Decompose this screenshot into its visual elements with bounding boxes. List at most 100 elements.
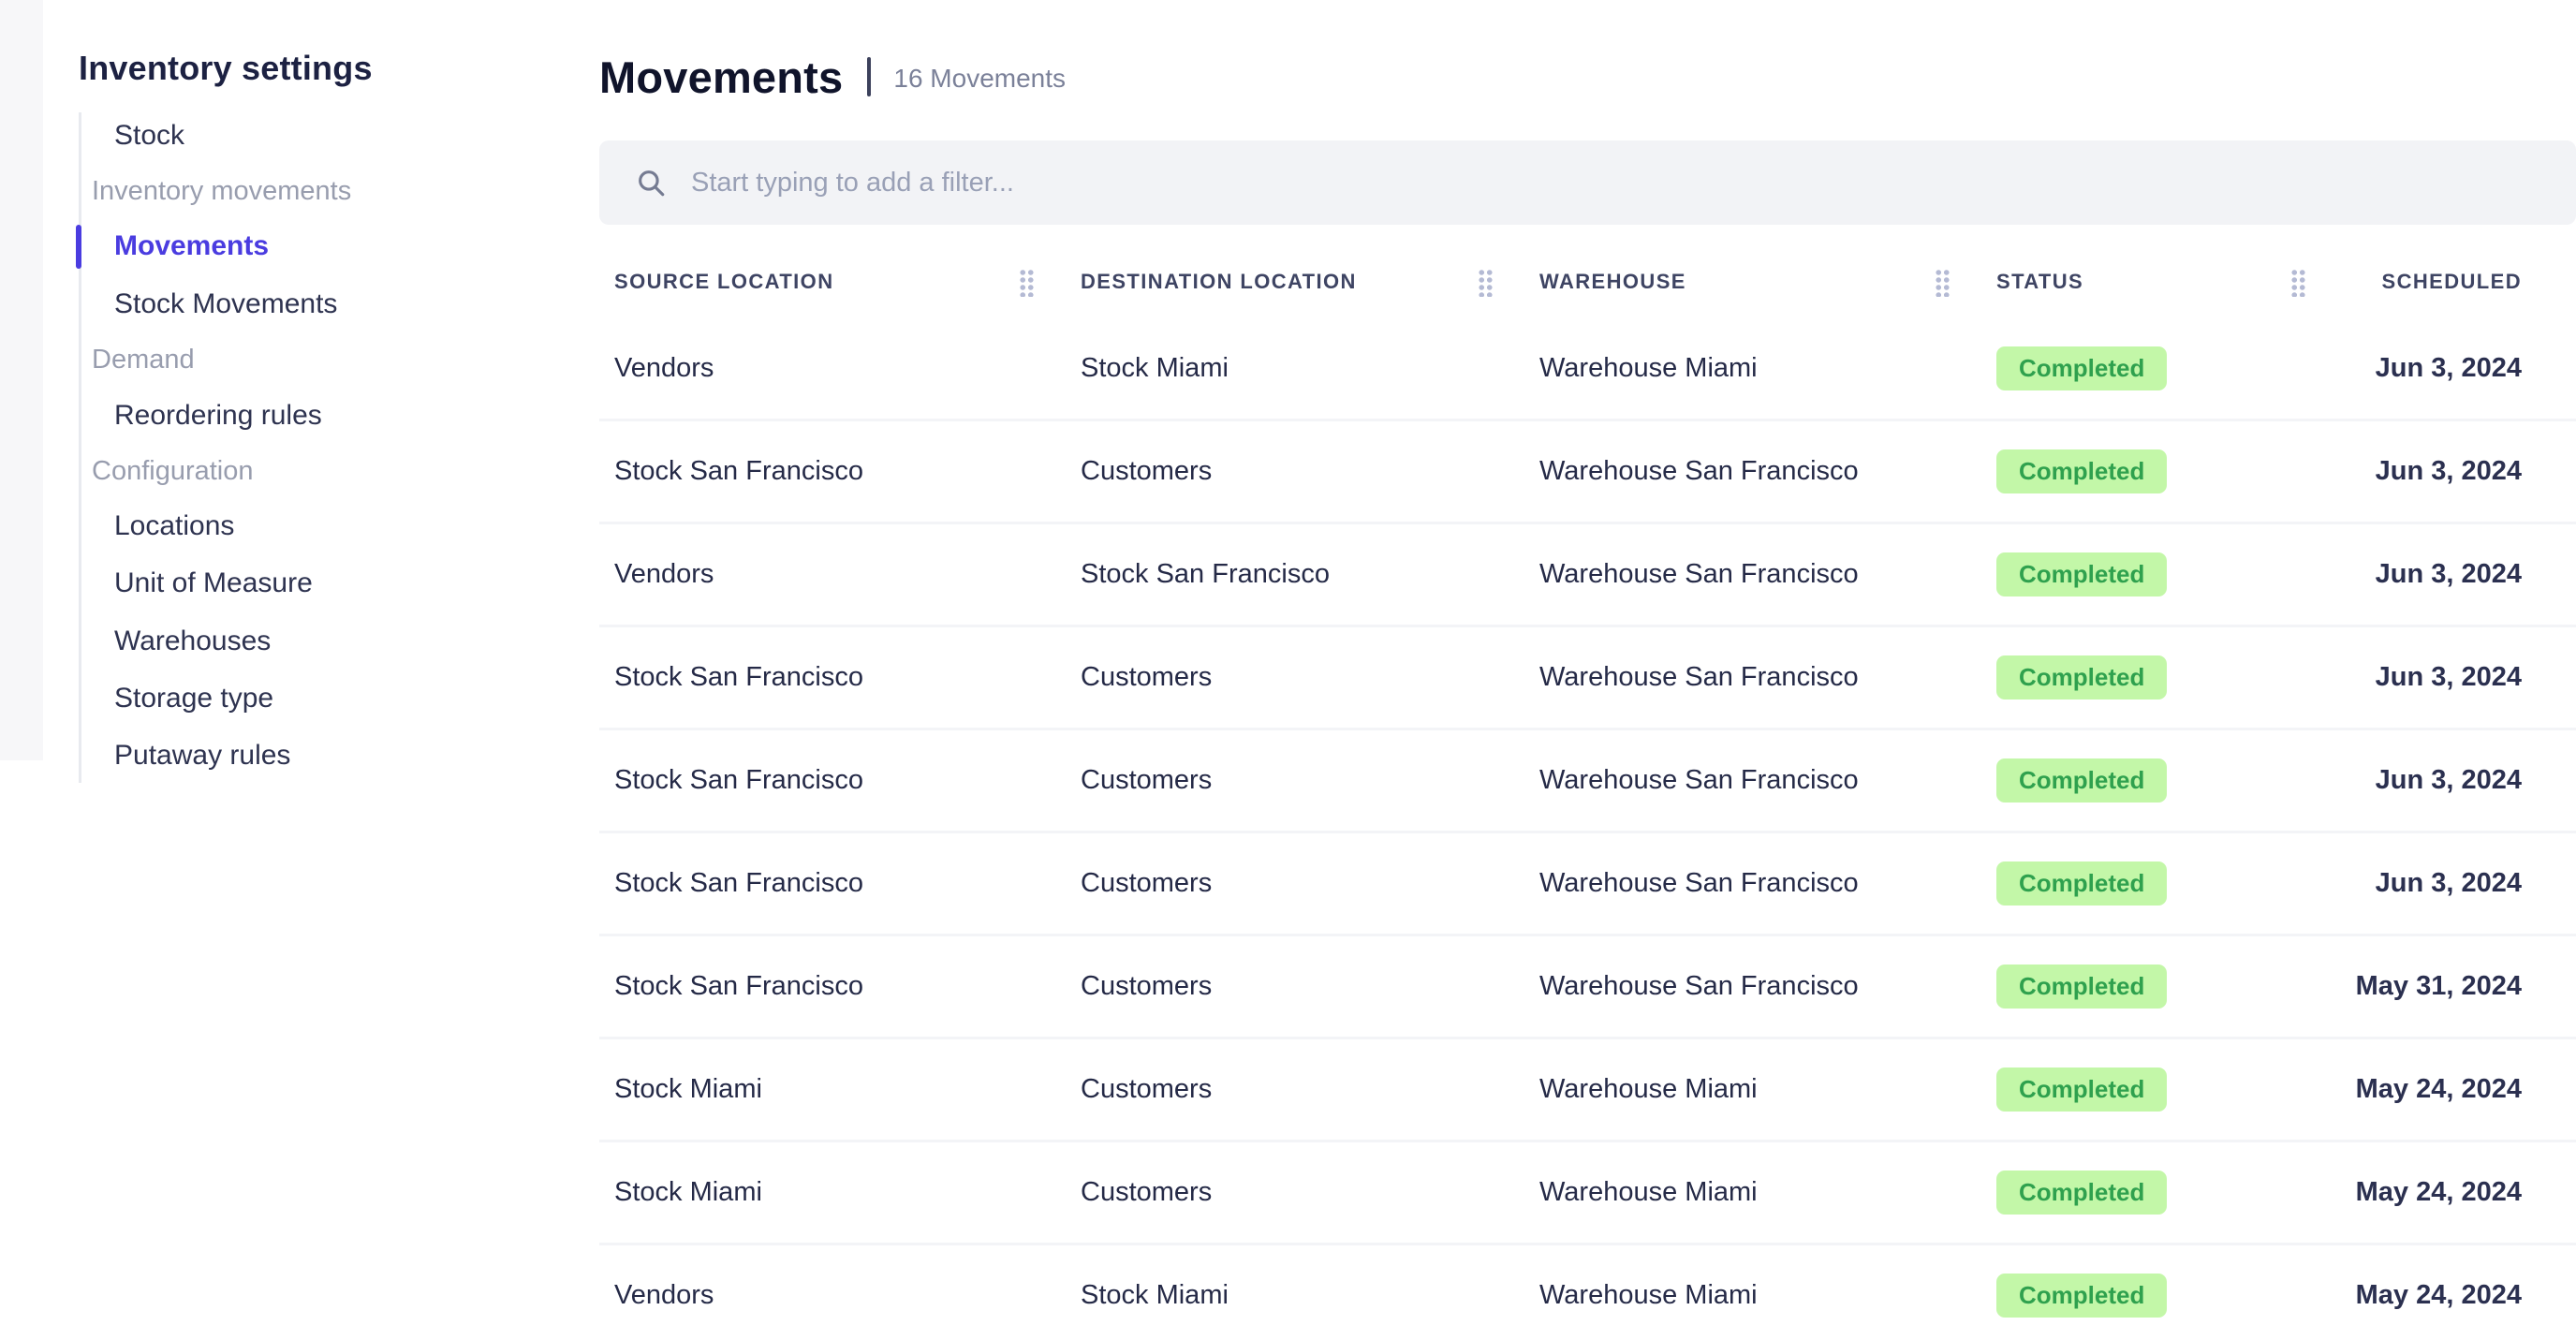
- destination-location-cell: Customers: [1066, 456, 1524, 487]
- status-cell: Completed: [1981, 346, 2337, 390]
- column-header-warehouse[interactable]: WAREHOUSE: [1524, 268, 1981, 297]
- sidebar-indent-line: [79, 112, 81, 783]
- column-resize-handle-icon[interactable]: [1934, 268, 1950, 297]
- destination-location-cell: Customers: [1066, 765, 1524, 796]
- column-resize-handle-icon[interactable]: [1018, 268, 1034, 297]
- sidebar-item-unit-of-measure[interactable]: Unit of Measure: [114, 555, 313, 611]
- status-badge: Completed: [1996, 965, 2167, 1009]
- sidebar-item-locations[interactable]: Locations: [114, 498, 234, 554]
- sidebar-item-warehouses[interactable]: Warehouses: [114, 613, 271, 670]
- status-badge: Completed: [1996, 1171, 2167, 1215]
- scheduled-cell: Jun 3, 2024: [2337, 765, 2576, 796]
- movement-count: 16 Movements: [893, 60, 1066, 94]
- active-item-marker: [76, 225, 81, 269]
- destination-location-cell: Customers: [1066, 1074, 1524, 1105]
- sidebar-item-movements[interactable]: Movements: [114, 218, 269, 274]
- table-row[interactable]: Stock San Francisco Customers Warehouse …: [599, 936, 2576, 1039]
- table-row[interactable]: Vendors Stock San Francisco Warehouse Sa…: [599, 524, 2576, 627]
- warehouse-cell: Warehouse San Francisco: [1524, 456, 1981, 487]
- page-header: Movements 16 Movements: [599, 49, 1066, 105]
- destination-location-cell: Customers: [1066, 971, 1524, 1002]
- sidebar-item-storage-type[interactable]: Storage type: [114, 670, 273, 727]
- status-badge: Completed: [1996, 655, 2167, 699]
- status-cell: Completed: [1981, 1274, 2337, 1318]
- status-cell: Completed: [1981, 449, 2337, 493]
- scheduled-cell: Jun 3, 2024: [2337, 353, 2576, 384]
- destination-location-cell: Customers: [1066, 1177, 1524, 1208]
- status-cell: Completed: [1981, 965, 2337, 1009]
- source-location-cell: Stock San Francisco: [599, 765, 1066, 796]
- scheduled-cell: Jun 3, 2024: [2337, 456, 2576, 487]
- destination-location-cell: Stock Miami: [1066, 353, 1524, 384]
- warehouse-cell: Warehouse San Francisco: [1524, 559, 1981, 590]
- column-resize-handle-icon[interactable]: [2289, 268, 2305, 297]
- status-cell: Completed: [1981, 1068, 2337, 1112]
- settings-sidebar: Inventory settings Stock Inventory movem…: [0, 0, 581, 1340]
- title-divider: [867, 57, 871, 96]
- table-row[interactable]: Stock San Francisco Customers Warehouse …: [599, 833, 2576, 936]
- column-header-destination-location[interactable]: DESTINATION LOCATION: [1066, 268, 1524, 297]
- sidebar-section-demand: Demand: [92, 331, 195, 388]
- table-row[interactable]: Stock Miami Customers Warehouse Miami Co…: [599, 1142, 2576, 1245]
- destination-location-cell: Stock Miami: [1066, 1280, 1524, 1311]
- scheduled-cell: May 24, 2024: [2337, 1177, 2576, 1208]
- sidebar-item-reordering-rules[interactable]: Reordering rules: [114, 388, 322, 444]
- destination-location-cell: Customers: [1066, 868, 1524, 899]
- warehouse-cell: Warehouse San Francisco: [1524, 765, 1981, 796]
- source-location-cell: Stock Miami: [599, 1074, 1066, 1105]
- destination-location-cell: Stock San Francisco: [1066, 559, 1524, 590]
- column-header-source-location[interactable]: SOURCE LOCATION: [599, 268, 1066, 297]
- scheduled-cell: Jun 3, 2024: [2337, 868, 2576, 899]
- column-header-scheduled[interactable]: SCHEDULED: [2337, 270, 2576, 294]
- table-row[interactable]: Vendors Stock Miami Warehouse Miami Comp…: [599, 318, 2576, 421]
- status-cell: Completed: [1981, 655, 2337, 699]
- table-row[interactable]: Stock San Francisco Customers Warehouse …: [599, 421, 2576, 524]
- sidebar-title: Inventory settings: [79, 49, 373, 88]
- status-cell: Completed: [1981, 861, 2337, 906]
- warehouse-cell: Warehouse San Francisco: [1524, 971, 1981, 1002]
- status-cell: Completed: [1981, 552, 2337, 596]
- column-resize-handle-icon[interactable]: [1477, 268, 1493, 297]
- table-header-row: SOURCE LOCATION DESTINATION LOCATION WAR…: [599, 251, 2576, 313]
- table-row[interactable]: Stock San Francisco Customers Warehouse …: [599, 627, 2576, 730]
- sidebar-section-configuration: Configuration: [92, 443, 254, 499]
- source-location-cell: Vendors: [599, 353, 1066, 384]
- destination-location-cell: Customers: [1066, 662, 1524, 693]
- source-location-cell: Stock San Francisco: [599, 456, 1066, 487]
- sidebar-section-inventory-movements: Inventory movements: [92, 163, 351, 219]
- status-cell: Completed: [1981, 758, 2337, 803]
- warehouse-cell: Warehouse Miami: [1524, 1280, 1981, 1311]
- table-row[interactable]: Stock San Francisco Customers Warehouse …: [599, 730, 2576, 833]
- warehouse-cell: Warehouse Miami: [1524, 1177, 1981, 1208]
- status-badge: Completed: [1996, 346, 2167, 390]
- warehouse-cell: Warehouse San Francisco: [1524, 662, 1981, 693]
- table-row[interactable]: Stock Miami Customers Warehouse Miami Co…: [599, 1039, 2576, 1142]
- search-icon: [635, 167, 667, 199]
- sidebar-item-putaway-rules[interactable]: Putaway rules: [114, 728, 290, 784]
- filter-bar[interactable]: [599, 140, 2576, 225]
- source-location-cell: Stock San Francisco: [599, 662, 1066, 693]
- status-badge: Completed: [1996, 552, 2167, 596]
- sidebar-item-stock[interactable]: Stock: [114, 108, 184, 164]
- source-location-cell: Stock Miami: [599, 1177, 1066, 1208]
- filter-input[interactable]: [691, 168, 2548, 199]
- page-title: Movements: [599, 52, 843, 103]
- scheduled-cell: May 24, 2024: [2337, 1074, 2576, 1105]
- scheduled-cell: May 31, 2024: [2337, 971, 2576, 1002]
- column-header-status[interactable]: STATUS: [1981, 268, 2337, 297]
- status-badge: Completed: [1996, 1068, 2167, 1112]
- scheduled-cell: Jun 3, 2024: [2337, 662, 2576, 693]
- status-badge: Completed: [1996, 861, 2167, 906]
- table-row[interactable]: Vendors Stock Miami Warehouse Miami Comp…: [599, 1245, 2576, 1340]
- scheduled-cell: Jun 3, 2024: [2337, 559, 2576, 590]
- source-location-cell: Stock San Francisco: [599, 868, 1066, 899]
- status-badge: Completed: [1996, 449, 2167, 493]
- source-location-cell: Stock San Francisco: [599, 971, 1066, 1002]
- status-cell: Completed: [1981, 1171, 2337, 1215]
- scheduled-cell: May 24, 2024: [2337, 1280, 2576, 1311]
- movements-table: Vendors Stock Miami Warehouse Miami Comp…: [599, 318, 2576, 1340]
- source-location-cell: Vendors: [599, 559, 1066, 590]
- warehouse-cell: Warehouse Miami: [1524, 1074, 1981, 1105]
- sidebar-item-stock-movements[interactable]: Stock Movements: [114, 276, 337, 332]
- warehouse-cell: Warehouse San Francisco: [1524, 868, 1981, 899]
